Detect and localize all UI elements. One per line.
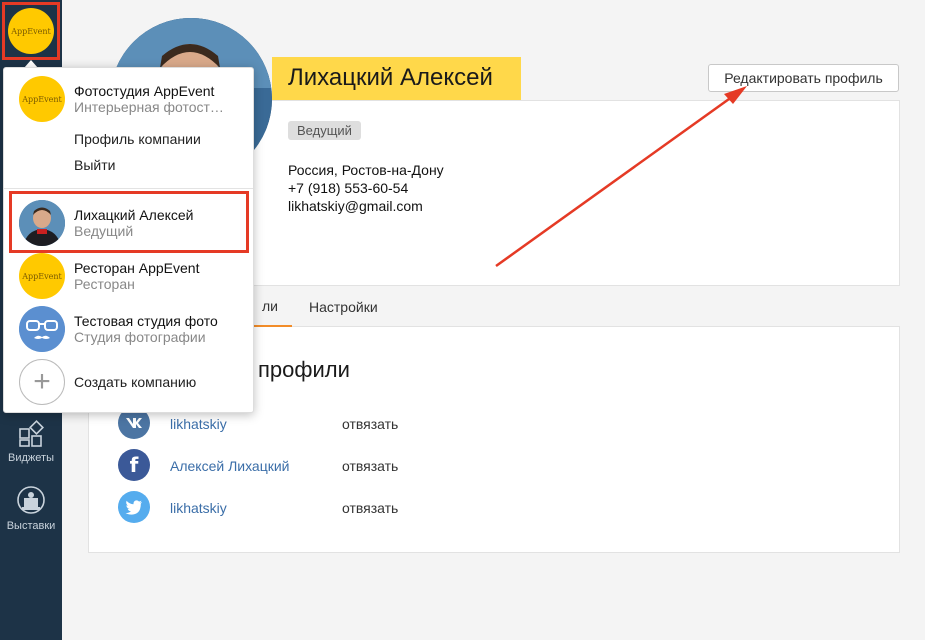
glasses-mustache-icon [19,306,65,352]
account-logo: AppEvent [19,253,65,299]
app-root: AppEvent Виджеты Выставки Лихацкий Алекс… [0,0,925,640]
tab-label: ли [262,298,278,314]
tab-label: Настройки [309,299,378,315]
company-switcher-button[interactable]: AppEvent [2,2,60,60]
profile-location: Россия, Ростов-на-Дону [288,162,444,178]
sidebar-item-label: Виджеты [8,452,54,464]
facebook-unlink-button[interactable]: отвязать [342,458,398,474]
account-title: Ресторан AppEvent [74,260,200,276]
sidebar-item-label: Выставки [6,520,56,532]
create-company-label: Создать компанию [74,374,197,390]
account-title: Лихацкий Алексей [74,207,194,223]
account-subtitle: Студия фотографии [74,329,206,345]
profile-phone: +7 (918) 553-60-54 [288,180,409,196]
account-title: Тестовая студия фото [74,313,218,329]
logout-link[interactable]: Выйти [74,157,115,173]
user-photo-icon [19,200,65,246]
twitter-unlink-button[interactable]: отвязать [342,500,398,516]
profile-name: Лихацкий Алексей [288,64,493,91]
facebook-account-link[interactable]: Алексей Лихацкий [170,458,290,474]
role-badge: Ведущий [288,121,361,140]
twitter-account-link[interactable]: likhatskiy [170,500,227,516]
account-avatar [19,200,65,246]
current-company-title: Фотостудия AppEvent [74,83,215,99]
tab-social-profiles[interactable]: ли [254,287,292,327]
account-subtitle: Ресторан [74,276,135,292]
company-dropdown-menu: AppEvent Фотостудия AppEvent Интерьерная… [3,67,254,413]
vk-unlink-button[interactable]: отвязать [342,416,398,432]
social-section-title: профили [258,357,350,382]
account-subtitle: Ведущий [74,223,134,239]
dropdown-divider [4,188,253,189]
sidebar-item-exhibitions[interactable]: Выставки [0,486,62,532]
tab-settings[interactable]: Настройки [309,287,378,327]
plus-icon: + [19,359,65,405]
company-profile-link[interactable]: Профиль компании [74,131,201,147]
facebook-icon: f [118,449,150,481]
exhibition-icon [17,486,45,514]
sidebar-item-widgets[interactable]: Виджеты [0,420,62,464]
vk-account-link[interactable]: likhatskiy [170,416,227,432]
current-company-subtitle: Интерьерная фотост… [74,99,224,115]
edit-profile-button[interactable]: Редактировать профиль [708,64,899,92]
profile-email: likhatskiy@gmail.com [288,198,423,214]
twitter-icon [118,491,150,523]
company-logo: AppEvent [8,8,54,54]
widgets-icon [19,420,44,447]
current-company-logo: AppEvent [19,76,65,122]
